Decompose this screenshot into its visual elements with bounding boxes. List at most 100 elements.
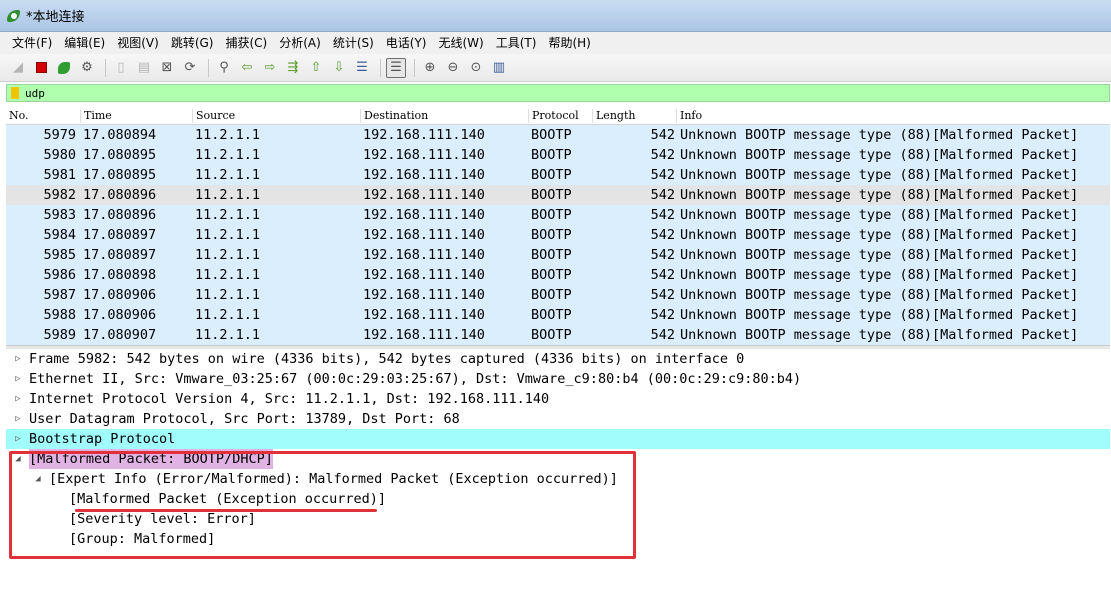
go-to-packet-icon[interactable]: ⇶ xyxy=(283,58,303,78)
column-protocol[interactable]: Protocol xyxy=(528,109,579,123)
packet-row[interactable]: 5989 17.080907 11.2.1.1 192.168.111.140 BOOT… xyxy=(6,325,1110,345)
detail-tree-label: [Expert Info (Error/Malformed): Malforme… xyxy=(49,471,618,487)
stop-capture-icon[interactable] xyxy=(31,58,51,78)
open-file-icon[interactable]: ▯ xyxy=(111,58,131,78)
cell-time: 17.080895 xyxy=(83,167,157,183)
zoom-in-icon[interactable]: ⊕ xyxy=(420,58,440,78)
menu-analyze[interactable]: 分析(A) xyxy=(273,32,327,54)
detail-tree-item[interactable]: ▷ Bootstrap Protocol xyxy=(6,429,1110,449)
cell-destination: 192.168.111.140 xyxy=(363,247,485,263)
cell-protocol: BOOTP xyxy=(531,127,572,143)
cell-info: Unknown BOOTP message type (88)[Malforme… xyxy=(680,207,1079,223)
column-destination[interactable]: Destination xyxy=(360,109,428,123)
expand-arrow-icon[interactable]: ▷ xyxy=(12,349,24,369)
cell-info: Unknown BOOTP message type (88)[Malforme… xyxy=(680,307,1079,323)
title-bar: *本地连接 xyxy=(0,0,1111,32)
cell-protocol: BOOTP xyxy=(531,207,572,223)
column-length[interactable]: Length xyxy=(592,109,635,123)
cell-info: Unknown BOOTP message type (88)[Malforme… xyxy=(680,167,1079,183)
cell-no: 5988 xyxy=(43,307,76,323)
resize-columns-icon[interactable]: ▥ xyxy=(489,58,509,78)
start-capture-icon[interactable]: ◢ xyxy=(8,58,28,78)
menu-telephony[interactable]: 电话(Y) xyxy=(380,32,433,54)
display-filter-input[interactable]: udp xyxy=(25,87,45,100)
cell-time: 17.080897 xyxy=(83,247,157,263)
detail-tree-item[interactable]: [Group: Malformed] xyxy=(6,529,1110,549)
expand-arrow-icon[interactable]: ▷ xyxy=(12,389,24,409)
cell-no: 5981 xyxy=(43,167,76,183)
auto-scroll-icon[interactable]: ☰ xyxy=(352,58,372,78)
detail-tree-item[interactable]: ◢ [Malformed Packet: BOOTP/DHCP] xyxy=(6,449,1110,469)
expand-arrow-icon[interactable]: ▷ xyxy=(12,369,24,389)
detail-tree-item[interactable]: ▷ Internet Protocol Version 4, Src: 11.2.… xyxy=(6,389,1110,409)
reload-file-icon[interactable]: ⟳ xyxy=(180,58,200,78)
column-no[interactable]: No. xyxy=(6,109,29,123)
packet-row[interactable]: 5983 17.080896 11.2.1.1 192.168.111.140 BOOT… xyxy=(6,205,1110,225)
go-forward-icon[interactable]: ⇨ xyxy=(260,58,280,78)
cell-no: 5980 xyxy=(43,147,76,163)
toolbar-separator xyxy=(414,58,415,77)
bookmark-icon[interactable] xyxy=(11,87,19,99)
cell-destination: 192.168.111.140 xyxy=(363,287,485,303)
go-first-icon[interactable]: ⇧ xyxy=(306,58,326,78)
cell-no: 5989 xyxy=(43,327,76,343)
menu-tools[interactable]: 工具(T) xyxy=(490,32,543,54)
packet-row[interactable]: 5988 17.080906 11.2.1.1 192.168.111.140 BOOT… xyxy=(6,305,1110,325)
cell-source: 11.2.1.1 xyxy=(195,147,261,163)
cell-no: 5984 xyxy=(43,227,76,243)
restart-capture-icon[interactable] xyxy=(54,58,74,78)
cell-protocol: BOOTP xyxy=(531,307,572,323)
menu-go[interactable]: 跳转(G) xyxy=(165,32,220,54)
column-info[interactable]: Info xyxy=(676,109,702,123)
cell-protocol: BOOTP xyxy=(531,327,572,343)
menu-statistics[interactable]: 统计(S) xyxy=(327,32,380,54)
packet-row[interactable]: 5984 17.080897 11.2.1.1 192.168.111.140 BOOT… xyxy=(6,225,1110,245)
packet-row[interactable]: 5986 17.080898 11.2.1.1 192.168.111.140 BOOT… xyxy=(6,265,1110,285)
collapse-arrow-icon[interactable]: ◢ xyxy=(32,469,44,489)
find-packet-icon[interactable]: ⚲ xyxy=(214,58,234,78)
packet-row[interactable]: 5980 17.080895 11.2.1.1 192.168.111.140 BOOT… xyxy=(6,145,1110,165)
packet-list: 5979 17.080894 11.2.1.1 192.168.111.140 BOOT… xyxy=(6,125,1110,345)
display-filter-bar[interactable]: udp xyxy=(6,84,1110,102)
go-back-icon[interactable]: ⇦ xyxy=(237,58,257,78)
detail-tree-item[interactable]: [Malformed Packet (Exception occurred)] xyxy=(6,489,1110,509)
menu-file[interactable]: 文件(F) xyxy=(6,32,58,54)
expand-arrow-icon[interactable]: ▷ xyxy=(12,409,24,429)
packet-row[interactable]: 5985 17.080897 11.2.1.1 192.168.111.140 BOOT… xyxy=(6,245,1110,265)
colorize-icon[interactable]: ☰ xyxy=(386,57,406,78)
save-file-icon[interactable]: ▤ xyxy=(134,58,154,78)
menu-wireless[interactable]: 无线(W) xyxy=(433,32,490,54)
go-last-icon[interactable]: ⇩ xyxy=(329,58,349,78)
cell-protocol: BOOTP xyxy=(531,247,572,263)
cell-no: 5986 xyxy=(43,267,76,283)
detail-tree-item[interactable]: ▷ User Datagram Protocol, Src Port: 13789… xyxy=(6,409,1110,429)
toolbar-separator xyxy=(380,58,381,77)
detail-tree-label: User Datagram Protocol, Src Port: 13789,… xyxy=(29,411,460,427)
detail-tree-item[interactable]: [Severity level: Error] xyxy=(6,509,1110,529)
menu-view[interactable]: 视图(V) xyxy=(111,32,165,54)
zoom-normal-icon[interactable]: ⊙ xyxy=(466,58,486,78)
zoom-out-icon[interactable]: ⊖ xyxy=(443,58,463,78)
column-source[interactable]: Source xyxy=(192,109,235,123)
toolbar-separator xyxy=(208,58,209,77)
cell-source: 11.2.1.1 xyxy=(195,247,261,263)
collapse-arrow-icon[interactable]: ◢ xyxy=(12,449,24,469)
detail-tree-item[interactable]: ▷ Ethernet II, Src: Vmware_03:25:67 (00:0… xyxy=(6,369,1110,389)
packet-row[interactable]: 5982 17.080896 11.2.1.1 192.168.111.140 BOOT… xyxy=(6,185,1110,205)
cell-destination: 192.168.111.140 xyxy=(363,127,485,143)
capture-options-icon[interactable]: ⚙ xyxy=(77,58,97,78)
menu-help[interactable]: 帮助(H) xyxy=(542,32,596,54)
menu-edit[interactable]: 编辑(E) xyxy=(58,32,111,54)
packet-row[interactable]: 5981 17.080895 11.2.1.1 192.168.111.140 BOOT… xyxy=(6,165,1110,185)
detail-tree-item[interactable]: ▷ Frame 5982: 542 bytes on wire (4336 bit… xyxy=(6,349,1110,369)
detail-tree-item[interactable]: ◢ [Expert Info (Error/Malformed): Malform… xyxy=(6,469,1110,489)
close-file-icon[interactable]: ⊠ xyxy=(157,58,177,78)
column-time[interactable]: Time xyxy=(80,109,112,123)
cell-destination: 192.168.111.140 xyxy=(363,307,485,323)
packet-row[interactable]: 5987 17.080906 11.2.1.1 192.168.111.140 BOOT… xyxy=(6,285,1110,305)
cell-length: 542 xyxy=(650,127,675,143)
expand-arrow-icon[interactable]: ▷ xyxy=(12,429,24,449)
detail-tree-label: [Malformed Packet: BOOTP/DHCP] xyxy=(29,449,273,469)
packet-row[interactable]: 5979 17.080894 11.2.1.1 192.168.111.140 BOOT… xyxy=(6,125,1110,145)
menu-capture[interactable]: 捕获(C) xyxy=(219,32,273,54)
